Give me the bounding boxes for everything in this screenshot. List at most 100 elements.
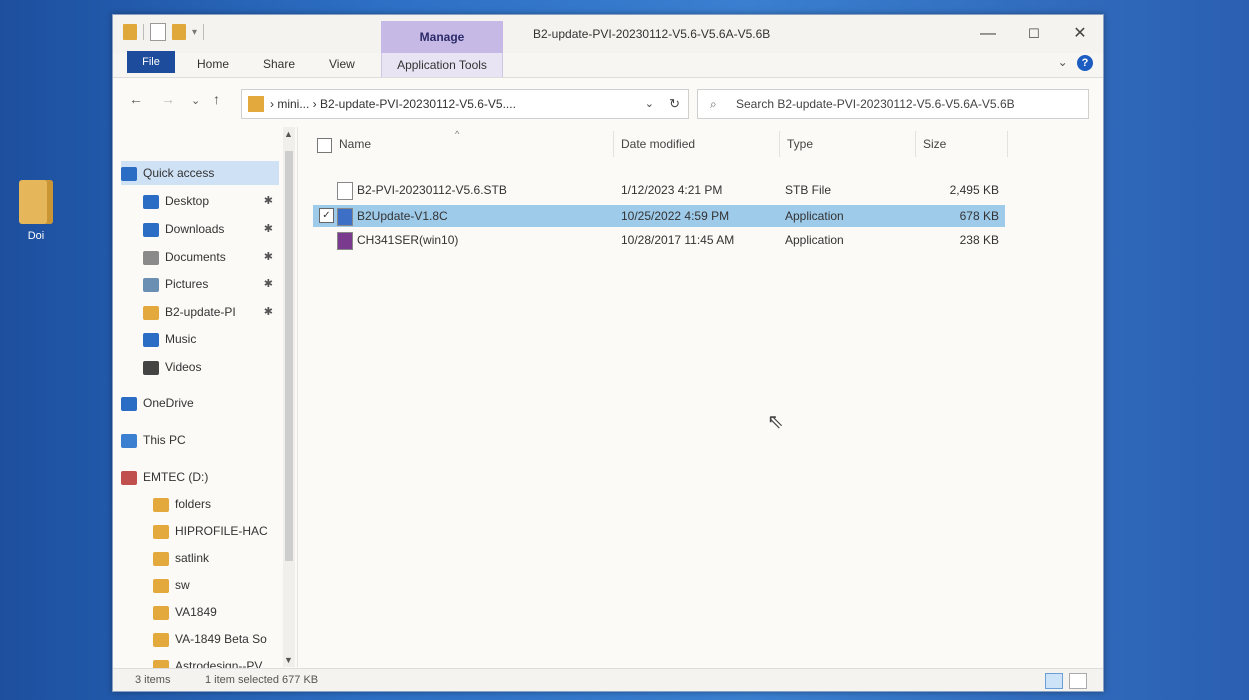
sidebar-item-label: OneDrive <box>143 396 194 410</box>
recent-locations-button[interactable]: ⌄ <box>191 94 200 107</box>
sidebar-item-b2-update-pi[interactable]: B2-update-PI ✱ <box>143 300 279 324</box>
new-folder-icon[interactable] <box>172 24 186 40</box>
close-button[interactable]: ✕ <box>1057 21 1103 47</box>
file-date-modified: 1/12/2023 4:21 PM <box>621 183 723 197</box>
sidebar-item-label: HIPROFILE-HAC <box>175 524 268 538</box>
picture-icon <box>143 277 159 292</box>
sidebar-item-emtec-d[interactable]: EMTEC (D:) <box>121 465 279 489</box>
sidebar-item-onedrive[interactable]: OneDrive <box>121 391 279 415</box>
window-title: B2-update-PVI-20230112-V5.6-V5.6A-V5.6B <box>533 27 771 41</box>
pin-icon[interactable]: ✱ <box>264 300 273 324</box>
search-icon: ⌕ <box>710 97 717 111</box>
expand-ribbon-icon[interactable]: ⌄ <box>1058 55 1068 69</box>
address-dropdown-icon[interactable]: ⌄ <box>645 90 654 118</box>
mouse-cursor-icon: ⇖ <box>767 411 784 433</box>
column-divider[interactable] <box>613 131 614 157</box>
folder-icon <box>153 524 169 539</box>
sidebar-item-label: VA-1849 Beta So <box>175 632 267 646</box>
tab-application-tools[interactable]: Application Tools <box>381 53 503 77</box>
sidebar-item-label: sw <box>175 578 190 592</box>
pin-icon[interactable]: ✱ <box>264 217 273 241</box>
pin-icon[interactable]: ✱ <box>264 272 273 296</box>
nav-scrollbar[interactable]: ▲ ▼ <box>283 127 295 667</box>
sidebar-item-satlink[interactable]: satlink <box>153 546 279 570</box>
properties-icon[interactable] <box>150 23 166 41</box>
scroll-thumb[interactable] <box>285 151 293 561</box>
search-input[interactable]: ⌕ Search B2-update-PVI-20230112-V5.6-V5.… <box>697 89 1089 119</box>
tab-view[interactable]: View <box>329 57 355 71</box>
breadcrumb[interactable]: › mini... › B2-update-PVI-20230112-V5.6-… <box>270 90 516 118</box>
sidebar-item-label: Documents <box>165 250 226 264</box>
column-header-size[interactable]: Size <box>923 127 946 161</box>
sort-ascending-icon: ^ <box>455 129 460 139</box>
sidebar-item-label: VA1849 <box>175 605 217 619</box>
customize-toolbar-icon[interactable]: ▾ <box>192 27 197 38</box>
sidebar-item-desktop[interactable]: Desktop ✱ <box>143 189 279 213</box>
row-checkbox[interactable]: ✓ <box>319 208 334 223</box>
desktop-folder-icon[interactable]: Doi <box>14 180 58 242</box>
file-row[interactable]: ✓ B2Update-V1.8C 10/25/2022 4:59 PM Applica… <box>313 205 1005 227</box>
forward-button[interactable]: → <box>161 91 175 107</box>
file-row[interactable]: CH341SER(win10) 10/28/2017 11:45 AM Applic… <box>313 229 1005 251</box>
sidebar-item-this-pc[interactable]: This PC <box>121 428 279 452</box>
sidebar-item-hiprofile-hac[interactable]: HIPROFILE-HAC <box>153 519 279 543</box>
large-icons-view-button[interactable] <box>1069 673 1087 689</box>
sidebar-item-folders[interactable]: folders <box>153 492 279 516</box>
folder-icon <box>153 551 169 566</box>
sidebar-item-label: B2-update-PI <box>165 305 236 319</box>
file-type: STB File <box>785 183 832 197</box>
sidebar-item-label: Videos <box>165 360 202 374</box>
sidebar-item-label: This PC <box>143 433 186 447</box>
computer-icon <box>121 433 137 448</box>
navigation-pane: ▲ ▼ Quick access Desktop ✱ Downloads ✱ Docume… <box>113 127 298 674</box>
sidebar-item-videos[interactable]: Videos <box>143 355 279 379</box>
file-type: Application <box>785 233 844 247</box>
pin-icon[interactable]: ✱ <box>264 189 273 213</box>
column-divider[interactable] <box>915 131 916 157</box>
search-placeholder: Search B2-update-PVI-20230112-V5.6-V5.6A… <box>736 97 1015 111</box>
file-list: Name ^ Date modified Type Size B2-PVI-20… <box>303 127 1093 667</box>
tab-manage[interactable]: Manage <box>381 21 503 53</box>
pin-icon[interactable]: ✱ <box>264 245 273 269</box>
sidebar-item-documents[interactable]: Documents ✱ <box>143 245 279 269</box>
address-bar[interactable]: › mini... › B2-update-PVI-20230112-V5.6-… <box>241 89 689 119</box>
minimize-button[interactable]: — <box>965 21 1011 47</box>
scroll-down-icon[interactable]: ▼ <box>284 655 293 665</box>
column-header-name[interactable]: Name <box>339 127 371 161</box>
app-icon <box>337 208 353 226</box>
column-divider[interactable] <box>1007 131 1008 157</box>
up-button[interactable]: ↑ <box>213 91 220 107</box>
status-bar: 3 items 1 item selected 677 KB <box>113 668 1103 691</box>
sidebar-item-pictures[interactable]: Pictures ✱ <box>143 272 279 296</box>
sidebar-item-downloads[interactable]: Downloads ✱ <box>143 217 279 241</box>
help-icon[interactable]: ? <box>1077 55 1093 71</box>
toolbar-divider <box>203 24 205 40</box>
refresh-icon[interactable]: ↻ <box>669 90 680 118</box>
tab-share[interactable]: Share <box>263 57 295 71</box>
sidebar-item-quick-access[interactable]: Quick access <box>121 161 279 185</box>
sidebar-item-sw[interactable]: sw <box>153 573 279 597</box>
video-icon <box>143 360 159 375</box>
sidebar-item-va-1849-beta-so[interactable]: VA-1849 Beta So <box>153 627 279 651</box>
back-button[interactable]: ← <box>129 91 143 107</box>
drive-icon <box>121 470 137 485</box>
maximize-button[interactable]: ☐ <box>1011 21 1057 47</box>
file-size: 238 KB <box>959 233 999 247</box>
sidebar-item-va1849[interactable]: VA1849 <box>153 600 279 624</box>
sidebar-item-label: folders <box>175 497 212 511</box>
download-icon <box>143 222 159 237</box>
details-view-button[interactable] <box>1045 673 1063 689</box>
sidebar-item-label: EMTEC (D:) <box>143 470 209 484</box>
file-name: B2-PVI-20230112-V5.6.STB <box>357 183 507 197</box>
scroll-up-icon[interactable]: ▲ <box>284 129 293 139</box>
sidebar-item-music[interactable]: Music <box>143 327 279 351</box>
column-divider[interactable] <box>779 131 780 157</box>
select-all-checkbox[interactable] <box>317 138 332 153</box>
tab-home[interactable]: Home <box>197 57 229 71</box>
document-icon <box>143 250 159 265</box>
tab-file[interactable]: File <box>127 51 175 73</box>
sidebar-item-label: Quick access <box>143 166 215 180</box>
file-row[interactable]: B2-PVI-20230112-V5.6.STB 1/12/2023 4:21 P… <box>313 179 1005 201</box>
column-header-type[interactable]: Type <box>787 127 813 161</box>
column-header-date[interactable]: Date modified <box>621 127 695 161</box>
